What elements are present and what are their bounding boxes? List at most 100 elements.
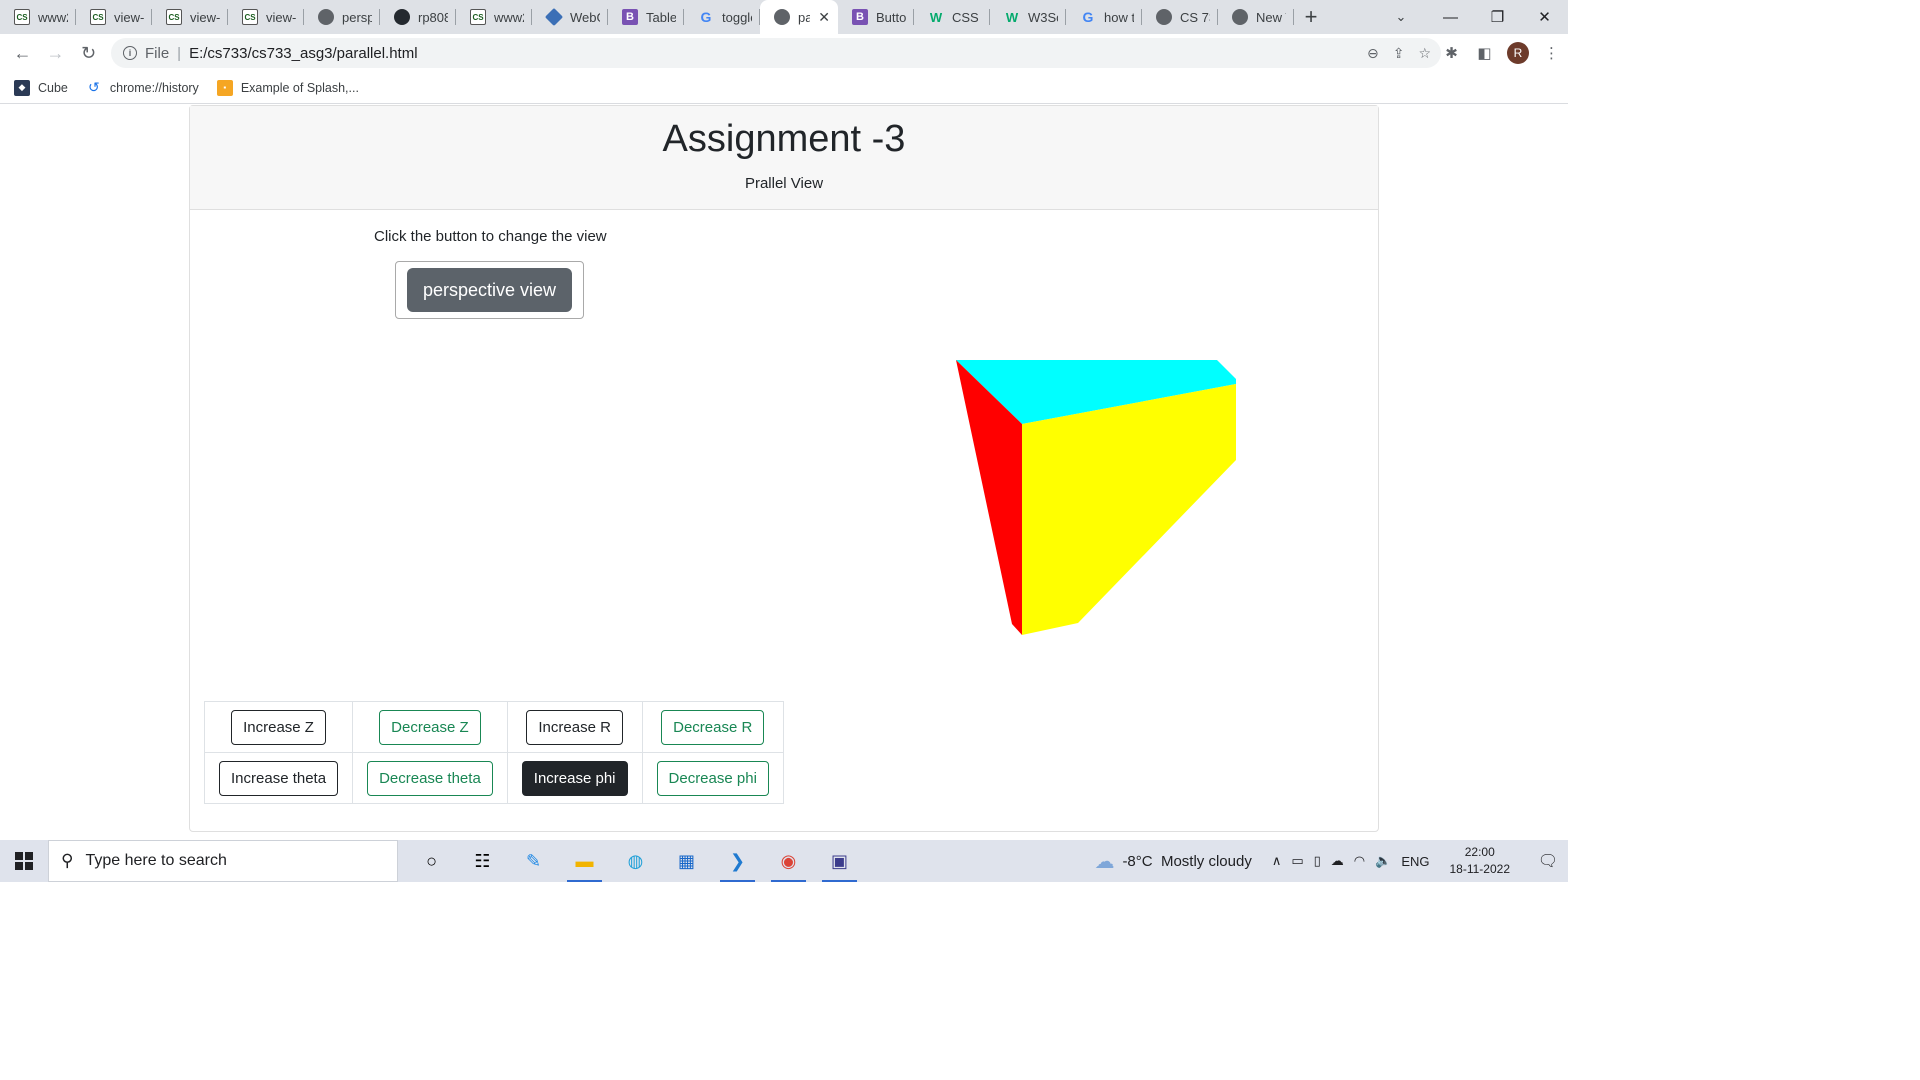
controls-row: Increase Z Decrease Z Increase R Decreas… xyxy=(203,701,784,753)
increase-z-button[interactable]: Increase Z xyxy=(231,709,326,745)
zoom-icon[interactable]: ⊖ xyxy=(1367,45,1379,62)
tab-how-to[interactable]: Ghow to xyxy=(1066,0,1142,34)
word-app-icon[interactable]: ▣ xyxy=(814,840,865,882)
address-bar[interactable]: i File | E:/cs733/cs733_asg3/parallel.ht… xyxy=(111,38,1441,68)
tab-title: pa xyxy=(798,9,811,25)
volume-icon[interactable]: 🔈 xyxy=(1375,853,1391,869)
notifications-icon[interactable]: 🗨 xyxy=(1528,840,1568,882)
tab-title: W3Sch xyxy=(1028,9,1058,25)
wifi-icon[interactable]: ◠ xyxy=(1354,853,1365,869)
globe-icon xyxy=(774,9,790,25)
edge-browser-icon[interactable]: ◍ xyxy=(610,840,661,882)
globe-icon xyxy=(1156,9,1172,25)
chrome-icon[interactable]: ◉ xyxy=(763,840,814,882)
side-panel-icon[interactable]: ◧ xyxy=(1468,36,1501,70)
vscode-icon[interactable]: ❯ xyxy=(712,840,763,882)
tab-new-tab[interactable]: New T xyxy=(1218,0,1294,34)
tab-w3schools[interactable]: W W3Sch xyxy=(990,0,1066,34)
increase-theta-button[interactable]: Increase theta xyxy=(219,760,339,796)
increase-r-button[interactable]: Increase R xyxy=(526,709,623,745)
reload-icon[interactable]: ↻ xyxy=(72,36,105,70)
extensions-puzzle-icon[interactable]: ✱ xyxy=(1435,36,1468,70)
tab-title: New T xyxy=(1256,9,1286,25)
tab-view-s[interactable]: CS view-s xyxy=(76,0,152,34)
decrease-r-button[interactable]: Decrease R xyxy=(661,709,765,745)
bookmark-cube[interactable]: ◆ Cube xyxy=(14,79,68,96)
weather-widget[interactable]: ☁ -8°C Mostly cloudy xyxy=(1094,849,1251,874)
decrease-z-button[interactable]: Decrease Z xyxy=(379,709,481,745)
view-instruction: Click the button to change the view xyxy=(374,228,607,245)
windows-start-icon[interactable] xyxy=(0,840,48,882)
language-indicator[interactable]: ENG xyxy=(1401,854,1429,869)
tab-title: view-s xyxy=(190,9,220,25)
clock[interactable]: 22:00 18-11-2022 xyxy=(1450,844,1511,878)
tab-www2[interactable]: CS www2 xyxy=(456,0,532,34)
task-view-icon[interactable]: ☷ xyxy=(457,840,508,882)
camera-controls-table: Increase Z Decrease Z Increase R Decreas… xyxy=(203,701,784,804)
tray-icons: ∧ ▭ ▯ ☁ ◠ 🔈 ENG xyxy=(1272,853,1430,869)
tab-view-s[interactable]: CS view-s xyxy=(152,0,228,34)
cortana-icon[interactable]: ○ xyxy=(406,840,457,882)
site-info-icon[interactable]: i xyxy=(123,46,137,60)
pen-app-icon[interactable]: ✎ xyxy=(508,840,559,882)
restore-icon[interactable]: ❐ xyxy=(1474,0,1521,34)
back-arrow-icon[interactable]: ← xyxy=(6,36,39,70)
menu-kebab-icon[interactable]: ⋮ xyxy=(1535,36,1568,70)
bookmark-history[interactable]: ↺ chrome://history xyxy=(86,79,199,96)
tab-webgl[interactable]: WebG xyxy=(532,0,608,34)
share-icon[interactable]: ⇪ xyxy=(1393,45,1405,62)
tab-view-s[interactable]: CS view-s xyxy=(228,0,304,34)
tab-parallel-active[interactable]: pa ✕ xyxy=(760,0,838,34)
show-hidden-chevron-icon[interactable]: ∧ xyxy=(1272,853,1282,869)
weather-condition: Mostly cloudy xyxy=(1160,852,1252,870)
tab-title: Button xyxy=(876,9,906,25)
increase-phi-button[interactable]: Increase phi xyxy=(521,760,628,796)
tab-tables[interactable]: B Tables xyxy=(608,0,684,34)
tab-list: CS www2 CS view-s CS view-s CS view-s perspe… xyxy=(0,0,1328,34)
device-icon[interactable]: ▯ xyxy=(1314,853,1321,869)
tab-rp808[interactable]: rp808/ xyxy=(380,0,456,34)
tab-title: how to xyxy=(1104,9,1134,25)
extension-area: ✱ ◧ R ⋮ xyxy=(1435,34,1568,72)
view-button-frame: perspective view xyxy=(395,261,584,319)
history-icon: ↺ xyxy=(88,79,100,95)
windows-logo-icon xyxy=(15,852,33,870)
controls-cell: Decrease phi xyxy=(641,752,784,804)
controls-cell: Increase theta xyxy=(203,752,354,804)
clock-time: 22:00 xyxy=(1464,845,1495,859)
tab-toggle[interactable]: Gtoggle xyxy=(684,0,760,34)
perspective-view-button[interactable]: perspective view xyxy=(407,268,572,312)
w3schools-icon: W xyxy=(1005,9,1019,25)
tab-title: view-s xyxy=(114,9,144,25)
store-icon[interactable]: ▦ xyxy=(661,840,712,882)
bookmark-star-icon[interactable]: ☆ xyxy=(1418,45,1431,62)
new-tab-plus-icon[interactable]: + xyxy=(1294,0,1328,34)
page-subtitle: Prallel View xyxy=(744,175,824,192)
omnibox-actions: ⊖ ⇪ ☆ xyxy=(1367,38,1431,68)
tab-title: CS 73 xyxy=(1180,9,1210,25)
tab-title: Tables xyxy=(646,9,676,25)
taskbar-search-box[interactable]: ⚲ Type here to search xyxy=(48,840,398,882)
file-explorer-icon[interactable]: ▬ xyxy=(559,840,610,882)
close-tab-icon[interactable]: ✕ xyxy=(818,9,830,26)
battery-icon[interactable]: ▭ xyxy=(1291,853,1303,869)
tab-www2[interactable]: CS www2 xyxy=(0,0,76,34)
tab-search-chevron-icon[interactable]: ⌄ xyxy=(1384,0,1418,34)
splash-icon: ▪ xyxy=(216,79,233,96)
close-window-icon[interactable]: ✕ xyxy=(1521,0,1568,34)
tab-cs733[interactable]: CS 73 xyxy=(1142,0,1218,34)
decrease-phi-button[interactable]: Decrease phi xyxy=(656,760,769,796)
minimize-icon[interactable]: — xyxy=(1427,0,1474,34)
tab-button[interactable]: B Button xyxy=(838,0,914,34)
profile-avatar[interactable]: R xyxy=(1507,42,1529,64)
taskbar-apps: ○ ☷ ✎ ▬ ◍ ▦ ❯ ◉ ▣ xyxy=(406,840,865,882)
tab-perspe[interactable]: perspe xyxy=(304,0,380,34)
decrease-theta-button[interactable]: Decrease theta xyxy=(367,760,493,796)
google-icon: G xyxy=(1082,9,1094,25)
cloud-weather-icon: ☁ xyxy=(1094,850,1115,873)
bookmark-label: chrome://history xyxy=(109,80,199,95)
tab-css-hover[interactable]: W CSS :h xyxy=(914,0,990,34)
onedrive-icon[interactable]: ☁ xyxy=(1331,853,1344,869)
bookmark-splash[interactable]: ▪ Example of Splash,... xyxy=(216,79,359,96)
forward-arrow-icon[interactable]: → xyxy=(39,36,72,70)
